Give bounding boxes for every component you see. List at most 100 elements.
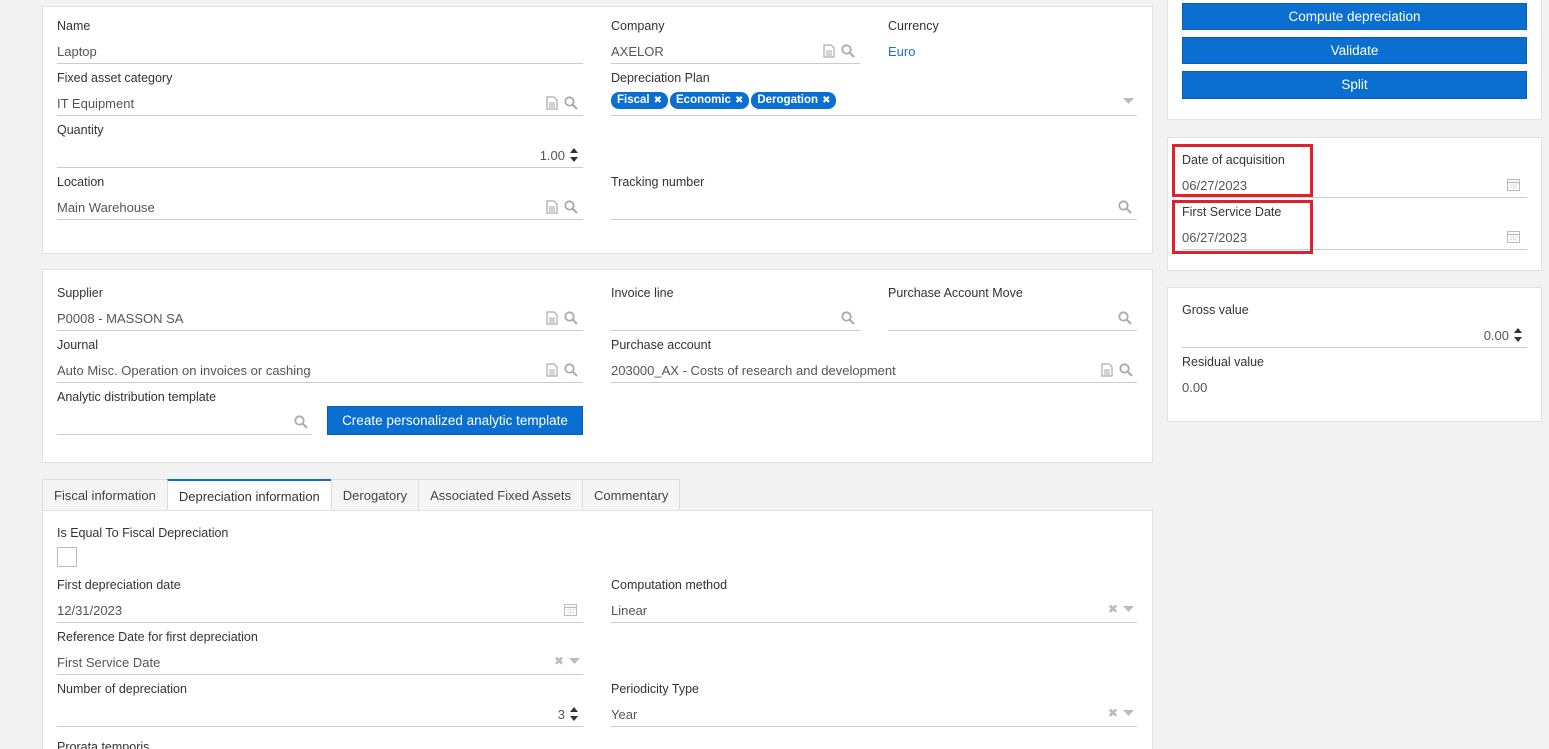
number-depreciation-field[interactable]: 3 bbox=[57, 701, 583, 727]
residual-value-label: Residual value bbox=[1182, 355, 1264, 369]
chevron-down-icon[interactable] bbox=[1123, 606, 1137, 620]
analytic-field[interactable] bbox=[57, 409, 312, 435]
document-icon[interactable] bbox=[823, 44, 837, 58]
supplier-label: Supplier bbox=[57, 286, 103, 300]
search-icon[interactable] bbox=[1119, 363, 1133, 377]
category-value: IT Equipment bbox=[57, 96, 135, 111]
number-depreciation-label: Number of depreciation bbox=[57, 682, 187, 696]
calendar-icon[interactable] bbox=[1507, 178, 1521, 192]
search-icon[interactable] bbox=[564, 96, 578, 110]
location-label: Location bbox=[57, 175, 105, 189]
purchase-account-field[interactable]: 203000_AX - Costs of research and develo… bbox=[611, 357, 1137, 383]
remove-icon[interactable]: ✖ bbox=[735, 95, 743, 106]
tab-associated-fixed-assets[interactable]: Associated Fixed Assets bbox=[418, 479, 582, 511]
computation-select[interactable]: Linear ✖ bbox=[611, 597, 1137, 623]
first-date-label: First depreciation date bbox=[57, 578, 181, 592]
location-field[interactable]: Main Warehouse bbox=[57, 194, 583, 220]
reference-date-select[interactable]: First Service Date ✖ bbox=[57, 649, 583, 675]
quantity-field[interactable]: 1.00 bbox=[57, 142, 583, 168]
document-icon[interactable] bbox=[546, 96, 560, 110]
clear-icon[interactable]: ✖ bbox=[1108, 602, 1122, 616]
plan-tag-label: Economic bbox=[676, 94, 731, 106]
chevron-down-icon[interactable] bbox=[569, 658, 583, 672]
document-icon[interactable] bbox=[546, 200, 560, 214]
plan-tag-fiscal[interactable]: Fiscal ✖ bbox=[611, 92, 668, 109]
name-label: Name bbox=[57, 19, 91, 33]
purchase-move-field[interactable] bbox=[888, 305, 1137, 331]
number-depreciation-value: 3 bbox=[557, 707, 565, 722]
computation-label: Computation method bbox=[611, 578, 728, 592]
quantity-label: Quantity bbox=[57, 123, 104, 137]
category-label: Fixed asset category bbox=[57, 71, 173, 85]
compute-depreciation-button[interactable]: Compute depreciation bbox=[1182, 3, 1527, 30]
currency-value[interactable]: Euro bbox=[888, 44, 915, 59]
journal-label: Journal bbox=[57, 338, 98, 352]
company-field[interactable]: AXELOR bbox=[611, 38, 860, 64]
equal-fiscal-label: Is Equal To Fiscal Depreciation bbox=[57, 526, 229, 540]
clear-icon[interactable]: ✖ bbox=[1108, 706, 1122, 720]
validate-button[interactable]: Validate bbox=[1182, 37, 1527, 64]
chevron-down-icon[interactable] bbox=[1123, 710, 1137, 724]
tab-depreciation-information[interactable]: Depreciation information bbox=[166, 479, 331, 511]
purchase-account-value: 203000_AX - Costs of research and develo… bbox=[611, 363, 896, 378]
tracking-label: Tracking number bbox=[611, 175, 705, 189]
search-icon[interactable] bbox=[564, 311, 578, 325]
document-icon[interactable] bbox=[1101, 363, 1115, 377]
calendar-icon[interactable] bbox=[564, 603, 578, 617]
currency-field: Euro bbox=[888, 38, 1138, 64]
journal-field[interactable]: Auto Misc. Operation on invoices or cash… bbox=[57, 357, 583, 383]
search-icon[interactable] bbox=[564, 363, 578, 377]
gross-value-label: Gross value bbox=[1182, 303, 1249, 317]
quantity-stepper-icon[interactable] bbox=[569, 145, 579, 165]
document-icon[interactable] bbox=[546, 311, 560, 325]
company-value: AXELOR bbox=[611, 44, 664, 59]
plan-label: Depreciation Plan bbox=[611, 71, 710, 85]
search-icon[interactable] bbox=[1118, 200, 1132, 214]
tab-commentary[interactable]: Commentary bbox=[582, 479, 681, 511]
chevron-down-icon[interactable] bbox=[1123, 98, 1137, 112]
calendar-icon[interactable] bbox=[1507, 230, 1521, 244]
category-field[interactable]: IT Equipment bbox=[57, 90, 583, 116]
remove-icon[interactable]: ✖ bbox=[654, 95, 662, 106]
analytic-label: Analytic distribution template bbox=[57, 390, 217, 404]
first-date-value: 12/31/2023 bbox=[57, 603, 123, 618]
tab-fiscal-information[interactable]: Fiscal information bbox=[42, 479, 167, 511]
remove-icon[interactable]: ✖ bbox=[822, 95, 830, 106]
plan-field[interactable]: Fiscal ✖ Economic ✖ Derogation ✖ bbox=[611, 90, 1137, 116]
currency-label: Currency bbox=[888, 19, 939, 33]
tab-bar: Fiscal information Depreciation informat… bbox=[42, 479, 681, 511]
document-icon[interactable] bbox=[546, 363, 560, 377]
highlight-box bbox=[1172, 200, 1313, 254]
supplier-value: P0008 - MASSON SA bbox=[57, 311, 184, 326]
reference-date-value: First Service Date bbox=[57, 655, 161, 670]
tab-derogatory[interactable]: Derogatory bbox=[330, 479, 419, 511]
name-value: Laptop bbox=[57, 44, 97, 59]
plan-tags: Fiscal ✖ Economic ✖ Derogation ✖ bbox=[611, 92, 838, 109]
search-icon[interactable] bbox=[564, 200, 578, 214]
supplier-field[interactable]: P0008 - MASSON SA bbox=[57, 305, 583, 331]
invoice-line-field[interactable] bbox=[611, 305, 860, 331]
clear-icon[interactable]: ✖ bbox=[554, 654, 568, 668]
search-icon[interactable] bbox=[841, 44, 855, 58]
split-button[interactable]: Split bbox=[1182, 71, 1527, 99]
plan-tag-economic[interactable]: Economic ✖ bbox=[670, 92, 750, 109]
equal-fiscal-checkbox[interactable] bbox=[57, 547, 77, 567]
search-icon[interactable] bbox=[1118, 311, 1132, 325]
residual-value-field: 0.00 bbox=[1182, 374, 1527, 400]
plan-tag-derogation[interactable]: Derogation ✖ bbox=[751, 92, 837, 109]
quantity-value: 1.00 bbox=[539, 148, 565, 163]
periodicity-value: Year bbox=[611, 707, 638, 722]
search-icon[interactable] bbox=[841, 311, 855, 325]
name-field[interactable]: Laptop bbox=[57, 38, 583, 64]
residual-value: 0.00 bbox=[1182, 380, 1208, 395]
gross-value-stepper-icon[interactable] bbox=[1513, 325, 1523, 345]
number-stepper-icon[interactable] bbox=[569, 704, 579, 724]
create-template-button[interactable]: Create personalized analytic template bbox=[327, 406, 583, 435]
plan-tag-label: Fiscal bbox=[617, 94, 650, 106]
gross-value-field[interactable]: 0.00 bbox=[1182, 322, 1527, 348]
tracking-field[interactable] bbox=[611, 194, 1137, 220]
search-icon[interactable] bbox=[294, 415, 308, 429]
computation-value: Linear bbox=[611, 603, 648, 618]
periodicity-select[interactable]: Year ✖ bbox=[611, 701, 1137, 727]
first-date-field[interactable]: 12/31/2023 bbox=[57, 597, 583, 623]
